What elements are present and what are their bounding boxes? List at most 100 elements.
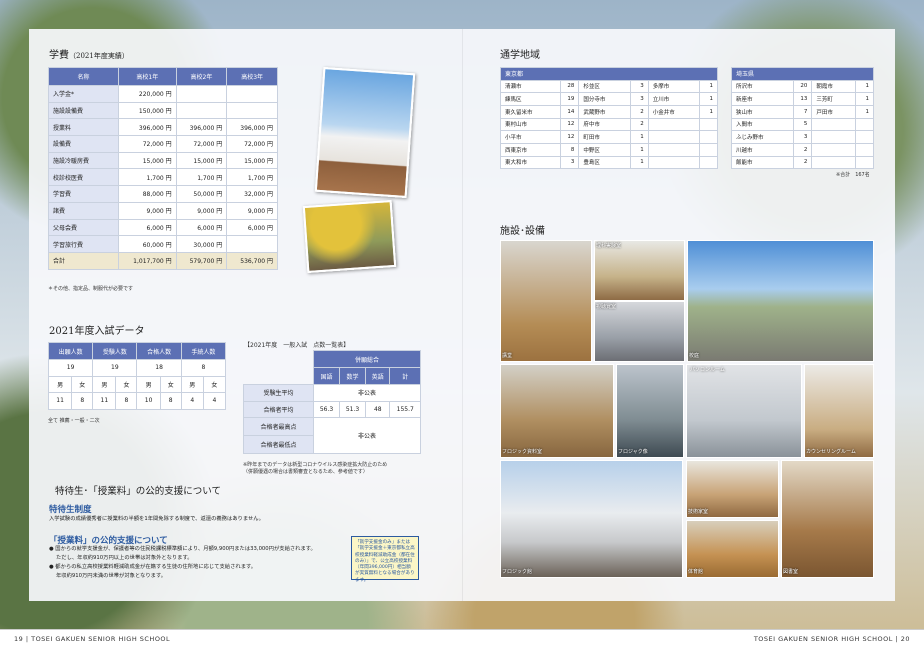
area-count: 20 <box>793 79 813 94</box>
support-heading-1: 特待生制度 <box>49 505 92 515</box>
exam-gender-cell: 男 <box>47 375 73 393</box>
area-count: 3 <box>629 92 649 106</box>
fees-total-cell: 536,700 円 <box>226 251 278 270</box>
facility-label: カウンセリングルーム <box>806 449 856 455</box>
fees-cell <box>175 101 228 120</box>
fees-cell: 396,000 円 <box>118 118 177 137</box>
scores-corner <box>244 351 314 385</box>
facility-label: 体育館 <box>688 569 704 575</box>
area-name: 清瀬市 <box>499 79 562 94</box>
exam-split-cell: 4 <box>180 392 204 410</box>
facility-label: 講堂 <box>502 353 513 359</box>
fees-cell: 60,000 円 <box>118 235 177 253</box>
area-name: 三芳町 <box>811 92 856 106</box>
facility-photo <box>687 240 874 362</box>
exam-gender-cell: 男 <box>92 375 117 393</box>
fees-cell: 72,000 円 <box>175 135 228 153</box>
fees-row-label: 校診校医費 <box>48 168 119 187</box>
fees-cell <box>175 85 228 103</box>
scores-note: ※昨年までのデータは新型コロナウイルス感染症拡大防止のため （併願優遇の場合は書類… <box>243 462 388 475</box>
fees-cell: 50,000 円 <box>175 185 228 203</box>
area-name: 新座市 <box>730 92 795 106</box>
tokyo-row: 小平市 12 町田市 1 <box>499 130 718 144</box>
exam-split-row: 11 8 11 8 10 8 4 4 <box>47 392 227 410</box>
fees-row: 施設設備費 150,000 円 <box>48 101 278 120</box>
fees-cell: 1,700 円 <box>226 168 278 187</box>
exam-total-cell: 18 <box>136 359 182 377</box>
fees-row-label: 入学金* <box>48 85 119 103</box>
facility-label: 技術家室 <box>688 509 709 515</box>
fees-row-label: 学習旅行費 <box>48 235 119 253</box>
area-name: 中野区 <box>578 142 631 157</box>
area-name <box>811 130 856 144</box>
facility-label: フロジック館 <box>502 569 533 575</box>
fees-total-cell: 合計 <box>48 251 119 270</box>
area-name: 町田市 <box>578 130 631 144</box>
exam-header-cell: 手続人数 <box>180 342 227 360</box>
area-count: 3 <box>793 130 813 144</box>
facility-label: 理科実験室 <box>596 243 622 249</box>
exam-note: 全て 推薦・一般・二次 <box>48 418 100 424</box>
scores-subject-cell: 計 <box>389 367 421 385</box>
fees-cell: 150,000 円 <box>118 101 177 120</box>
area-name: 戸田市 <box>811 104 856 119</box>
school-building-photo <box>314 66 416 199</box>
scores-value-cell: 非公表 <box>313 417 421 454</box>
area-count <box>855 117 874 132</box>
scores-subject-cell: 英語 <box>365 367 391 385</box>
exam-gender-row: 男女男女男女男女 <box>47 375 227 393</box>
scores-row-label: 受験生平均 <box>243 384 314 402</box>
fees-header-cell: 高校1年 <box>118 67 177 86</box>
fees-total-row: 合計 1,017,700 円 579,700 円 536,700 円 <box>48 251 278 270</box>
area-count: 28 <box>560 79 580 94</box>
area-count: 1 <box>699 92 718 106</box>
area-count: 1 <box>629 142 649 157</box>
commute-total: ※合計 167名 <box>836 172 870 178</box>
area-name <box>647 142 701 157</box>
fees-cell: 72,000 円 <box>226 135 278 153</box>
area-count: 3 <box>629 79 649 94</box>
fees-cell: 30,000 円 <box>175 235 228 253</box>
fees-row-label: 施設設備費 <box>48 101 119 120</box>
fees-cell: 6,000 円 <box>118 218 177 237</box>
scores-group-row: 併願総合 <box>244 350 421 368</box>
tokyo-row: 練馬区 19 国分寺市 3 立川市 1 <box>499 92 718 106</box>
facility-label: フロジャク像 <box>618 449 648 455</box>
fees-cell: 15,000 円 <box>226 151 278 170</box>
fees-cell: 15,000 円 <box>118 151 177 170</box>
tokyo-row: 清瀬市 28 杉並区 3 多摩市 1 <box>499 79 718 94</box>
fees-row-label: 施設冷暖房費 <box>48 151 119 170</box>
area-name: 朝霞市 <box>811 79 856 94</box>
area-count <box>699 142 718 157</box>
area-name: 東久留米市 <box>499 104 562 119</box>
exam-gender-cell: 男 <box>180 375 204 393</box>
fees-row: 授業料 396,000 円 396,000 円 396,000 円 <box>48 118 278 137</box>
fees-cell: 1,700 円 <box>118 168 177 187</box>
area-name: 川越市 <box>730 142 795 157</box>
scores-table: 併願総合 国語 数学 英語計受験生平均 非公表 合格者平均 56.3 51.3 48 155.7 合… <box>243 350 421 454</box>
area-count <box>699 117 718 132</box>
fees-cell <box>226 101 278 120</box>
area-name <box>647 130 701 144</box>
area-count: 13 <box>793 92 813 106</box>
exam-gender-cell: 女 <box>71 375 94 393</box>
fees-header-cell: 名称 <box>48 67 119 86</box>
ginkgo-tree-photo <box>302 199 397 274</box>
area-count: 8 <box>560 142 580 157</box>
area-count: 2 <box>793 142 813 157</box>
tokyo-table: 東京都 清瀬市 28 杉並区 3 多摩市 1 練馬区 19 国分寺市 3 立川市 1 東久留米市 14 武蔵野… <box>499 67 718 170</box>
footer-left: 19 | TOSEI GAKUEN SENIOR HIGH SCHOOL <box>14 635 171 643</box>
scores-row: 合格者最高点 非公表 <box>243 417 421 454</box>
exam-header-cell: 合格人数 <box>136 342 182 360</box>
tokyo-header: 東京都 <box>500 67 718 81</box>
exam-gender-cell: 女 <box>115 375 138 393</box>
fees-header-row: 名称 高校1年 高校2年 高校3年 <box>48 67 278 86</box>
area-name: 所沢市 <box>730 79 795 94</box>
exam-gender-cell: 女 <box>159 375 182 393</box>
exam-total-cell: 19 <box>92 359 138 377</box>
area-count <box>699 130 718 144</box>
support-title: 特待生･「授業料」の公的支援について <box>55 486 221 497</box>
area-count: 1 <box>855 92 874 106</box>
scores-value-cell: 51.3 <box>339 400 367 418</box>
fees-cell: 9,000 円 <box>118 201 177 220</box>
